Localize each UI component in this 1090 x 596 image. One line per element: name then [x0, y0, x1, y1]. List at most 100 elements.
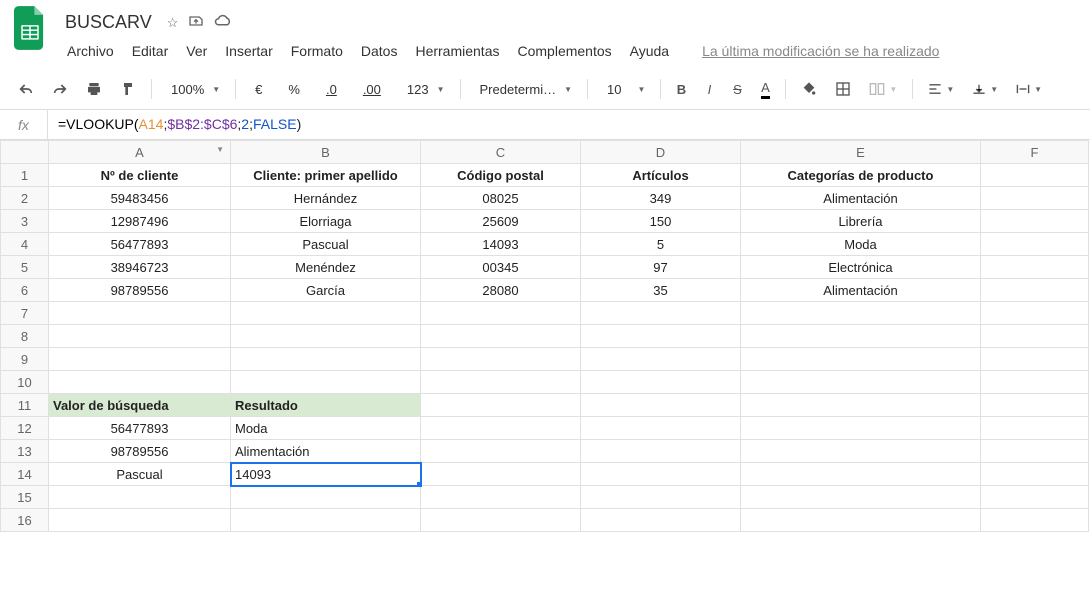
- cell[interactable]: [421, 371, 581, 394]
- cell[interactable]: [231, 325, 421, 348]
- row-header[interactable]: 11: [1, 394, 49, 417]
- cell[interactable]: [231, 486, 421, 509]
- row-header[interactable]: 14: [1, 463, 49, 486]
- last-modified[interactable]: La última modificación se ha realizado: [702, 39, 939, 63]
- sheets-logo[interactable]: [10, 8, 50, 48]
- cell[interactable]: Menéndez: [231, 256, 421, 279]
- cell[interactable]: [741, 417, 981, 440]
- cell[interactable]: [49, 509, 231, 532]
- halign-button[interactable]: ▼: [920, 75, 962, 103]
- cell[interactable]: [581, 486, 741, 509]
- cell[interactable]: [421, 463, 581, 486]
- zoom-select[interactable]: 100%▼: [159, 75, 228, 103]
- redo-button[interactable]: [44, 75, 76, 103]
- percent-button[interactable]: %: [276, 75, 312, 103]
- cell[interactable]: [49, 371, 231, 394]
- cell[interactable]: 97: [581, 256, 741, 279]
- row-header[interactable]: 12: [1, 417, 49, 440]
- increase-decimal-button[interactable]: .00: [351, 75, 393, 103]
- print-button[interactable]: [78, 75, 110, 103]
- valign-button[interactable]: ▼: [964, 75, 1006, 103]
- cell[interactable]: [981, 164, 1089, 187]
- cell[interactable]: Moda: [231, 417, 421, 440]
- cell[interactable]: [581, 325, 741, 348]
- cell[interactable]: [421, 486, 581, 509]
- selected-cell[interactable]: 14093: [231, 463, 421, 486]
- cell[interactable]: [49, 325, 231, 348]
- row-header[interactable]: 16: [1, 509, 49, 532]
- cell[interactable]: 28080: [421, 279, 581, 302]
- cell[interactable]: Cliente: primer apellido: [231, 164, 421, 187]
- cell[interactable]: Moda: [741, 233, 981, 256]
- cell[interactable]: [981, 463, 1089, 486]
- move-icon[interactable]: [188, 13, 204, 32]
- cell[interactable]: [741, 348, 981, 371]
- menu-complementos[interactable]: Complementos: [510, 39, 618, 63]
- cell[interactable]: [981, 394, 1089, 417]
- col-header-a[interactable]: A▼: [49, 141, 231, 164]
- cell[interactable]: [981, 348, 1089, 371]
- row-header[interactable]: 3: [1, 210, 49, 233]
- cell[interactable]: Elorriaga: [231, 210, 421, 233]
- spreadsheet-grid[interactable]: A▼ B C D E F 1 Nº de cliente Cliente: pr…: [0, 140, 1090, 532]
- borders-button[interactable]: [827, 75, 859, 103]
- cell[interactable]: [981, 302, 1089, 325]
- cell[interactable]: [421, 440, 581, 463]
- col-header-b[interactable]: B: [231, 141, 421, 164]
- select-all-corner[interactable]: [1, 141, 49, 164]
- cell[interactable]: [581, 417, 741, 440]
- menu-editar[interactable]: Editar: [125, 39, 176, 63]
- cell[interactable]: 5: [581, 233, 741, 256]
- bold-button[interactable]: B: [668, 75, 694, 103]
- cell[interactable]: Resultado: [231, 394, 421, 417]
- cell[interactable]: 00345: [421, 256, 581, 279]
- menu-ver[interactable]: Ver: [179, 39, 214, 63]
- fill-color-button[interactable]: [793, 75, 825, 103]
- wrap-button[interactable]: ▼: [1008, 75, 1050, 103]
- cell[interactable]: [581, 394, 741, 417]
- cell[interactable]: [981, 486, 1089, 509]
- menu-ayuda[interactable]: Ayuda: [623, 39, 676, 63]
- cell[interactable]: [741, 325, 981, 348]
- row-header[interactable]: 15: [1, 486, 49, 509]
- cell[interactable]: [981, 279, 1089, 302]
- cell[interactable]: Categorías de producto: [741, 164, 981, 187]
- row-header[interactable]: 4: [1, 233, 49, 256]
- cell[interactable]: [981, 371, 1089, 394]
- cell[interactable]: [741, 463, 981, 486]
- cell[interactable]: [231, 348, 421, 371]
- fill-handle[interactable]: [417, 482, 421, 486]
- cloud-icon[interactable]: [214, 14, 232, 31]
- row-header[interactable]: 5: [1, 256, 49, 279]
- cell[interactable]: [231, 371, 421, 394]
- number-format-button[interactable]: 123▼: [395, 75, 453, 103]
- cell[interactable]: [741, 440, 981, 463]
- cell[interactable]: 59483456: [49, 187, 231, 210]
- cell[interactable]: [581, 348, 741, 371]
- menu-archivo[interactable]: Archivo: [60, 39, 121, 63]
- cell[interactable]: 98789556: [49, 440, 231, 463]
- cell[interactable]: [581, 440, 741, 463]
- menu-formato[interactable]: Formato: [284, 39, 350, 63]
- formula-input[interactable]: =VLOOKUP(A14;$B$2:$C$6;2;FALSE): [48, 116, 1090, 134]
- cell[interactable]: [581, 371, 741, 394]
- cell[interactable]: [981, 233, 1089, 256]
- cell[interactable]: Pascual: [49, 463, 231, 486]
- cell[interactable]: [981, 187, 1089, 210]
- row-header[interactable]: 10: [1, 371, 49, 394]
- text-color-button[interactable]: A: [752, 75, 778, 103]
- decrease-decimal-button[interactable]: .0: [314, 75, 349, 103]
- col-header-f[interactable]: F: [981, 141, 1089, 164]
- menu-insertar[interactable]: Insertar: [218, 39, 279, 63]
- col-header-d[interactable]: D: [581, 141, 741, 164]
- cell[interactable]: [231, 509, 421, 532]
- cell[interactable]: 56477893: [49, 233, 231, 256]
- cell[interactable]: 56477893: [49, 417, 231, 440]
- cell[interactable]: [49, 486, 231, 509]
- cell[interactable]: 25609: [421, 210, 581, 233]
- row-header[interactable]: 7: [1, 302, 49, 325]
- italic-button[interactable]: I: [696, 75, 722, 103]
- cell[interactable]: Artículos: [581, 164, 741, 187]
- row-header[interactable]: 2: [1, 187, 49, 210]
- cell[interactable]: [421, 417, 581, 440]
